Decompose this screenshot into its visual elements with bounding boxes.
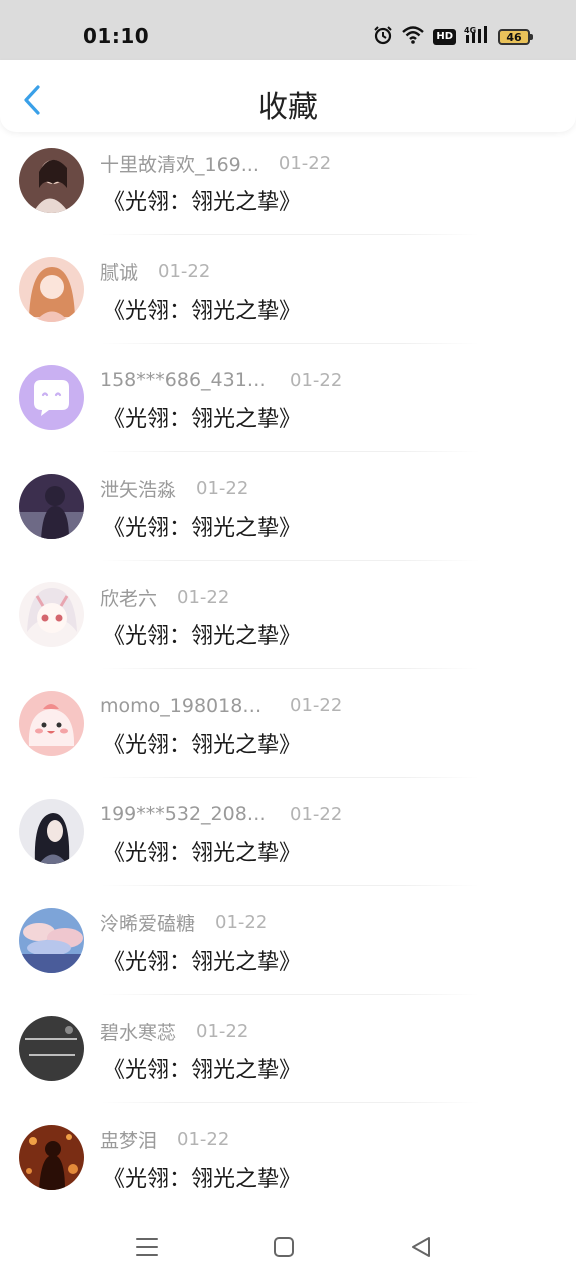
- divider: [100, 668, 480, 669]
- item-title[interactable]: 《光翎：翎光之挚》: [103, 835, 301, 867]
- item-title[interactable]: 《光翎：翎光之挚》: [103, 727, 301, 759]
- system-nav-bar: [0, 1214, 576, 1280]
- avatar[interactable]: [19, 690, 84, 756]
- menu-button[interactable]: [132, 1232, 162, 1262]
- list-item[interactable]: 十里故清欢_169... 01-22 《光翎：翎光之挚》: [0, 134, 576, 243]
- username: 欣老六: [100, 587, 158, 610]
- system-back-button[interactable]: [406, 1232, 436, 1262]
- divider: [100, 559, 480, 561]
- item-title[interactable]: 《光翎：翎光之挚》: [103, 510, 301, 542]
- item-title[interactable]: 《光翎：翎光之挚》: [103, 944, 301, 976]
- back-icon: [412, 1237, 430, 1257]
- item-meta: 盅梦泪 01-22: [100, 1127, 229, 1153]
- item-title[interactable]: 《光翎：翎光之挚》: [103, 618, 301, 650]
- username: 泠晞爱磕糖: [100, 913, 196, 935]
- date: 01-22: [290, 803, 343, 825]
- item-meta: 199***532_2085... 01-22: [100, 801, 342, 827]
- date: 01-22: [177, 586, 230, 608]
- divider: [100, 451, 480, 452]
- username: momo_1980182...: [100, 694, 270, 717]
- item-meta: 腻诚 01-22: [100, 259, 210, 285]
- date: 01-22: [158, 261, 211, 282]
- home-icon: [274, 1237, 294, 1257]
- avatar[interactable]: [19, 1124, 84, 1190]
- list-item[interactable]: 盅梦泪 01-22 《光翎：翎光之挚》: [0, 1111, 576, 1220]
- avatar[interactable]: [19, 799, 84, 864]
- page-title: 收藏: [258, 90, 318, 125]
- avatar[interactable]: [19, 582, 84, 647]
- divider: [100, 234, 480, 235]
- avatar[interactable]: [19, 148, 84, 213]
- date: 01-22: [290, 695, 343, 716]
- date: 01-22: [196, 1020, 249, 1042]
- hd-badge: HD: [433, 29, 456, 45]
- item-meta: 泄矢浩淼 01-22: [100, 476, 248, 502]
- item-title[interactable]: 《光翎：翎光之挚》: [103, 184, 301, 216]
- date: 01-22: [196, 478, 249, 499]
- list-item[interactable]: momo_1980182... 01-22 《光翎：翎光之挚》: [0, 677, 576, 786]
- item-meta: 十里故清欢_169... 01-22: [100, 150, 331, 176]
- item-title[interactable]: 《光翎：翎光之挚》: [103, 1052, 301, 1084]
- item-title[interactable]: 《光翎：翎光之挚》: [103, 293, 301, 325]
- username: 碧水寒蕊: [100, 1021, 177, 1044]
- username: 盅梦泪: [100, 1130, 158, 1152]
- status-time: 01:10: [83, 24, 150, 48]
- item-meta: 欣老六 01-22: [100, 584, 229, 610]
- header: 收藏: [0, 60, 576, 132]
- item-meta: momo_1980182... 01-22: [100, 693, 342, 719]
- avatar[interactable]: [19, 256, 84, 322]
- menu-icon: [136, 1238, 158, 1256]
- list-item[interactable]: 泠晞爱磕糖 01-22 《光翎：翎光之挚》: [0, 894, 576, 1003]
- item-title[interactable]: 《光翎：翎光之挚》: [103, 1161, 301, 1193]
- list-item[interactable]: 碧水寒蕊 01-22 《光翎：翎光之挚》: [0, 1002, 576, 1111]
- divider: [100, 776, 480, 778]
- signal-icon: 4G: [464, 25, 490, 49]
- username: 158***686_4319...: [100, 369, 270, 391]
- username: 腻诚: [100, 262, 139, 284]
- avatar[interactable]: [19, 473, 84, 539]
- list-item[interactable]: 199***532_2085... 01-22 《光翎：翎光之挚》: [0, 785, 576, 894]
- item-meta: 158***686_4319... 01-22: [100, 367, 342, 393]
- divider: [100, 342, 480, 344]
- username: 十里故清欢_169...: [100, 153, 259, 176]
- avatar[interactable]: [19, 1016, 84, 1081]
- date: 01-22: [177, 1129, 230, 1150]
- battery-icon: 46: [498, 29, 533, 45]
- date: 01-22: [215, 912, 268, 933]
- avatar[interactable]: [19, 365, 84, 430]
- item-title[interactable]: 《光翎：翎光之挚》: [103, 401, 301, 433]
- home-button[interactable]: [269, 1232, 299, 1262]
- item-meta: 碧水寒蕊 01-22: [100, 1018, 248, 1044]
- wifi-icon: [401, 25, 425, 49]
- divider: [100, 993, 480, 995]
- list-item[interactable]: 泄矢浩淼 01-22 《光翎：翎光之挚》: [0, 460, 576, 569]
- list-item[interactable]: 158***686_4319... 01-22 《光翎：翎光之挚》: [0, 351, 576, 460]
- list-item[interactable]: 欣老六 01-22 《光翎：翎光之挚》: [0, 568, 576, 677]
- status-icons: HD 4G 46: [373, 24, 533, 50]
- date: 01-22: [278, 152, 332, 174]
- alarm-icon: [373, 25, 393, 49]
- battery-level: 46: [506, 30, 522, 44]
- divider: [100, 885, 480, 886]
- favorites-list: 十里故清欢_169... 01-22 《光翎：翎光之挚》 腻诚 01-22 《光…: [0, 134, 576, 1219]
- status-bar: 01:10 HD 4G 46: [0, 0, 576, 60]
- avatar[interactable]: [19, 907, 84, 973]
- list-item[interactable]: 腻诚 01-22 《光翎：翎光之挚》: [0, 243, 576, 352]
- username: 199***532_2085...: [100, 803, 270, 825]
- username: 泄矢浩淼: [100, 479, 177, 501]
- item-meta: 泠晞爱磕糖 01-22: [100, 910, 267, 936]
- date: 01-22: [290, 369, 343, 391]
- divider: [100, 1102, 480, 1103]
